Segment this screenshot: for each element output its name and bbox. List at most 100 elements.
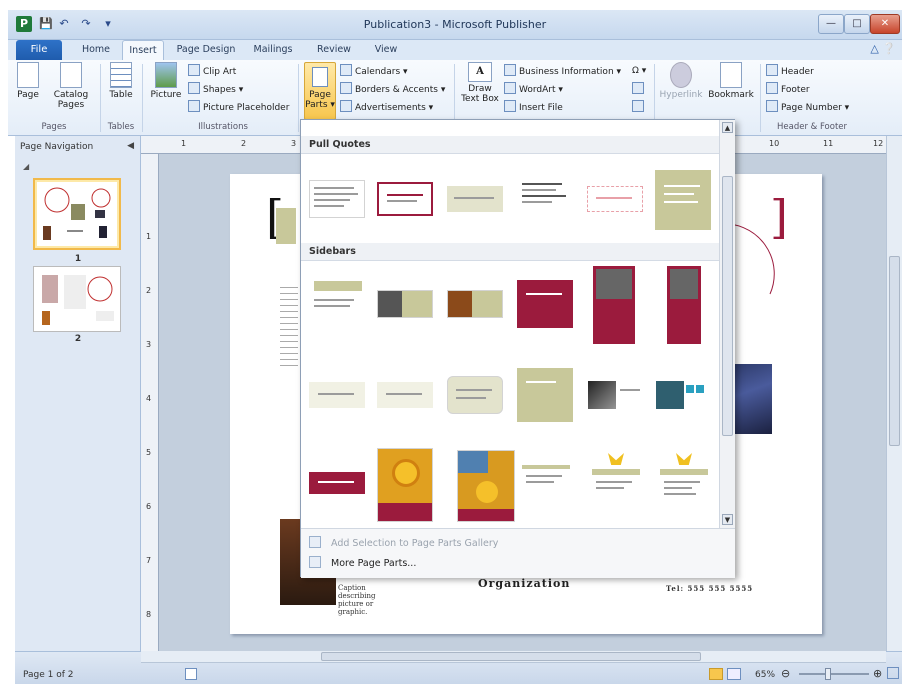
sidebar-item[interactable] <box>309 382 365 408</box>
page-indicator[interactable]: Page 1 of 2 <box>23 670 74 680</box>
hyperlink-button[interactable]: Hyperlink <box>658 62 704 100</box>
insert-file-button[interactable]: Insert File <box>504 100 563 114</box>
section-header-sidebars: Sidebars <box>301 243 719 261</box>
sidebar-item[interactable] <box>655 380 711 410</box>
sidebar-item[interactable] <box>447 376 503 414</box>
scroll-thumb[interactable] <box>889 256 900 446</box>
group-separator <box>760 64 761 132</box>
sidebar-item[interactable] <box>667 266 701 344</box>
zoom-level[interactable]: 65% <box>755 670 775 680</box>
business-information-button[interactable]: Business Information ▾ <box>504 64 621 78</box>
ruler-label: 2 <box>241 139 247 148</box>
sidebar-item[interactable] <box>447 290 503 318</box>
date-time-icon[interactable] <box>632 82 647 96</box>
pull-quote-item[interactable] <box>309 180 365 218</box>
two-page-view-icon[interactable] <box>727 668 741 680</box>
picture-button[interactable]: Picture <box>148 62 184 100</box>
sidebar-item[interactable] <box>587 380 643 410</box>
single-page-view-icon[interactable] <box>709 668 723 680</box>
pull-quote-item[interactable] <box>377 182 433 216</box>
more-page-parts-menu-item[interactable]: More Page Parts... <box>309 555 416 573</box>
sidebar-item[interactable] <box>517 280 573 328</box>
tab-insert[interactable]: Insert <box>122 40 164 60</box>
page-thumbnail-label-2: 2 <box>74 334 82 344</box>
scroll-down-icon[interactable]: ▼ <box>722 514 733 525</box>
ruler-label: 7 <box>146 556 152 565</box>
tab-view[interactable]: View <box>368 40 404 60</box>
sidebar-item[interactable] <box>517 368 573 422</box>
scroll-up-icon[interactable]: ▲ <box>722 122 733 133</box>
sidebar-item[interactable] <box>457 450 515 522</box>
header-button[interactable]: Header <box>766 64 814 78</box>
page-button[interactable]: Page <box>14 62 42 100</box>
sidebar-item[interactable] <box>377 448 433 522</box>
sidebar-item[interactable] <box>309 278 365 328</box>
pull-quote-item[interactable] <box>655 170 711 230</box>
zoom-slider-thumb[interactable] <box>825 668 831 680</box>
caption-text[interactable]: Caption describing picture or graphic. <box>338 584 394 616</box>
vertical-ruler[interactable]: 1 2 3 4 5 6 7 8 <box>141 154 159 651</box>
wordart-button[interactable]: WordArt ▾ <box>504 82 563 96</box>
symbol-button[interactable]: Ω ▾ <box>632 64 646 78</box>
gallery-scrollbar[interactable]: ▲ ▼ <box>719 120 735 528</box>
title-bar: P 💾 ↶ ↷ ▾ Publication3 - Microsoft Publi… <box>8 10 902 40</box>
tab-home[interactable]: Home <box>76 40 116 60</box>
vertical-scrollbar[interactable] <box>886 136 902 651</box>
clip-art-button[interactable]: Clip Art <box>188 64 236 78</box>
borders-accents-button[interactable]: Borders & Accents ▾ <box>340 82 445 96</box>
sidebar-item[interactable] <box>517 462 573 488</box>
advertisements-button[interactable]: Advertisements ▾ <box>340 100 433 114</box>
page-thumbnail-label-1: 1 <box>74 254 82 264</box>
table-button[interactable]: Table <box>106 62 136 100</box>
page-thumbnail-2[interactable] <box>33 266 121 332</box>
zoom-out-icon[interactable]: ⊖ <box>781 667 790 680</box>
horizontal-scrollbar[interactable] <box>141 651 886 663</box>
page-thumbnail-1[interactable] <box>33 178 121 250</box>
tab-page-design[interactable]: Page Design <box>172 40 240 60</box>
help-icon[interactable]: △ ❔ <box>870 42 896 55</box>
sidebar-item[interactable] <box>587 452 643 500</box>
maximize-button[interactable]: □ <box>844 14 870 34</box>
object-position-icon[interactable] <box>185 668 197 680</box>
ruler-label: 3 <box>291 139 297 148</box>
object-icon[interactable] <box>632 100 647 114</box>
catalog-pages-icon <box>60 62 82 88</box>
zoom-in-icon[interactable]: ⊕ <box>873 667 882 680</box>
shapes-button[interactable]: Shapes ▾ <box>188 82 243 96</box>
pull-quote-item[interactable] <box>517 178 573 218</box>
tab-review[interactable]: Review <box>312 40 356 60</box>
picture-placeholder-button[interactable]: Picture Placeholder <box>188 100 289 114</box>
footer-button[interactable]: Footer <box>766 82 810 96</box>
ruler-label: 12 <box>873 139 884 148</box>
close-button[interactable]: ✕ <box>870 14 900 34</box>
sidebar-item[interactable] <box>377 290 433 318</box>
minimize-button[interactable]: — <box>818 14 844 34</box>
page-parts-button[interactable]: Page Parts ▾ <box>304 62 336 120</box>
collapse-pane-icon[interactable]: ◀ <box>127 141 134 151</box>
tab-file[interactable]: File <box>16 40 62 60</box>
tab-mailings[interactable]: Mailings <box>248 40 298 60</box>
pull-quote-item[interactable] <box>587 186 643 212</box>
scroll-thumb[interactable] <box>321 652 701 661</box>
sidebar-item[interactable] <box>377 382 433 408</box>
page-parts-gallery: Pull Quotes Sidebars ▲ ▼ Add Selection t… <box>300 119 735 578</box>
sidebar-item[interactable] <box>309 472 365 494</box>
expand-arrow-icon[interactable]: ◢ <box>23 162 29 171</box>
pull-quote-item[interactable] <box>447 186 503 212</box>
calendars-button[interactable]: Calendars ▾ <box>340 64 408 78</box>
draw-text-box-button[interactable]: A Draw Text Box <box>460 62 500 104</box>
heading-accent-block <box>276 208 296 244</box>
borders-icon <box>340 82 352 94</box>
zoom-slider[interactable] <box>799 668 869 680</box>
gallery-scroll-thumb[interactable] <box>722 176 733 436</box>
phone-text[interactable]: Tel: 555 555 5555 <box>666 584 753 593</box>
sidebar-item[interactable] <box>593 266 635 344</box>
clip-art-icon <box>188 64 200 76</box>
bookmark-button[interactable]: Bookmark <box>708 62 754 100</box>
organization-text[interactable]: Organization <box>478 577 570 590</box>
catalog-pages-button[interactable]: Catalog Pages <box>50 62 92 110</box>
page-number-button[interactable]: Page Number ▾ <box>766 100 849 114</box>
fit-page-icon[interactable] <box>887 667 899 679</box>
add-selection-menu-item[interactable]: Add Selection to Page Parts Gallery <box>309 535 498 553</box>
sidebar-item[interactable] <box>655 452 711 504</box>
